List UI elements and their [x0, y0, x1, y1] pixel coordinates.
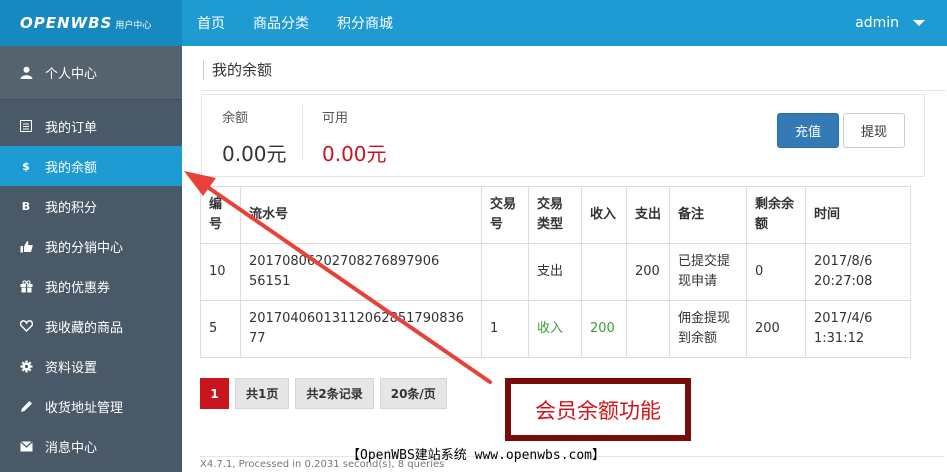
title-divider	[201, 90, 946, 91]
table-row: 5 20170406013112062851790836 77 1 收入 200…	[200, 300, 911, 358]
available-value: 0.00元	[322, 142, 387, 166]
sidebar-item-points[interactable]: B 我的积分	[0, 186, 182, 226]
cell-remark: 已提交提现申请	[669, 243, 747, 301]
top-nav: 首页 商品分类 积分商城	[197, 0, 393, 46]
col-header-id: 编号	[200, 186, 241, 244]
col-header-type: 交易类型	[528, 186, 582, 244]
col-header-time: 时间	[805, 186, 911, 244]
cell-income	[581, 243, 627, 301]
sidebar-item-label: 我的分销中心	[45, 240, 124, 256]
cell-remaining: 0	[746, 243, 806, 301]
col-header-expense: 支出	[626, 186, 670, 244]
cell-trade-no: 1	[481, 300, 529, 358]
sidebar-item-label: 我的订单	[45, 120, 98, 136]
available-label: 可用	[322, 111, 349, 126]
caret-down-icon	[913, 20, 925, 26]
page-title: 我的余额	[203, 60, 272, 80]
nav-categories[interactable]: 商品分类	[253, 13, 309, 33]
envelope-icon	[19, 439, 33, 453]
cell-id: 10	[200, 243, 241, 301]
col-header-income: 收入	[581, 186, 627, 244]
b-icon: B	[21, 199, 31, 213]
sidebar-item-label: 我收藏的商品	[45, 320, 124, 336]
sidebar-item-settings[interactable]: 资料设置	[0, 346, 182, 386]
balance-column: 余额 0.00元	[222, 107, 287, 167]
sidebar-item-label: 我的余额	[45, 160, 98, 176]
recharge-button[interactable]: 充值	[777, 113, 839, 148]
list-icon	[19, 119, 33, 133]
page-current[interactable]: 1	[200, 378, 229, 409]
thumbs-up-icon	[19, 239, 33, 253]
user-menu[interactable]: admin	[855, 0, 925, 46]
cell-serial: 20170806202708276897906 56151	[240, 243, 482, 301]
withdraw-button[interactable]: 提现	[843, 113, 905, 148]
sidebar-item-favorites[interactable]: 我收藏的商品	[0, 306, 182, 346]
available-column: 可用 0.00元	[322, 107, 387, 167]
sidebar-item-label: 个人中心	[45, 67, 98, 82]
cell-time: 2017/4/6 1:31:12	[805, 300, 911, 358]
balance-label: 余额	[222, 111, 249, 126]
sidebar-item-address[interactable]: 收货地址管理	[0, 386, 182, 426]
sidebar: 个人中心 我的订单 $ 我的余额 B 我的积分 我的分销中心 我的优惠券 我收藏…	[0, 46, 182, 472]
dollar-icon: $	[22, 159, 30, 173]
pencil-icon	[19, 399, 33, 413]
table-row: 10 20170806202708276897906 56151 支出 200 …	[200, 243, 911, 301]
sidebar-item-label: 我的优惠券	[45, 280, 111, 296]
cell-expense	[626, 300, 670, 358]
username: admin	[855, 15, 899, 31]
nav-points-mall[interactable]: 积分商城	[337, 13, 393, 33]
table-header-row: 编号 流水号 交易号 交易类型 收入 支出 备注 剩余余额 时间	[200, 186, 911, 244]
sidebar-item-distribution[interactable]: 我的分销中心	[0, 226, 182, 266]
brand-subtitle: 用户中心	[115, 20, 152, 31]
pagination: 1 共1页 共2条记录 20条/页	[200, 378, 447, 409]
brand-logo: OPENWBS	[20, 14, 113, 32]
sidebar-item-balance[interactable]: $ 我的余额	[0, 146, 182, 186]
sidebar-item-profile[interactable]: 个人中心	[0, 46, 182, 100]
page-total-records: 共2条记录	[295, 378, 374, 409]
cell-remaining: 200	[746, 300, 806, 358]
col-header-remaining: 剩余余额	[746, 186, 806, 244]
nav-home[interactable]: 首页	[197, 13, 225, 33]
cell-income: 200	[581, 300, 627, 358]
sidebar-item-label: 资料设置	[45, 360, 98, 376]
sidebar-item-label: 收货地址管理	[45, 400, 124, 416]
col-header-serial: 流水号	[240, 186, 482, 244]
page-size: 20条/页	[379, 378, 447, 409]
cell-id: 5	[200, 300, 241, 358]
cell-serial: 20170406013112062851790836 77	[240, 300, 482, 358]
transactions-table: 编号 流水号 交易号 交易类型 收入 支出 备注 剩余余额 时间 10 2017…	[200, 186, 911, 358]
col-header-trade-no: 交易号	[481, 186, 529, 244]
col-header-remark: 备注	[669, 186, 747, 244]
watermark: 【OpenWBS建站系统 www.openwbs.com】	[347, 448, 606, 463]
balance-divider	[302, 105, 303, 161]
cell-time: 2017/8/6 20:27:08	[805, 243, 911, 301]
sidebar-item-messages[interactable]: 消息中心	[0, 426, 182, 466]
sidebar-item-coupons[interactable]: 我的优惠券	[0, 266, 182, 306]
sidebar-item-label: 我的积分	[45, 200, 98, 216]
callout-box: 会员余额功能	[505, 378, 691, 441]
balance-value: 0.00元	[222, 142, 287, 166]
cell-type: 收入	[528, 300, 582, 358]
cell-remark: 佣金提现到余额	[669, 300, 747, 358]
brand[interactable]: OPENWBS 用户中心	[0, 0, 182, 46]
heart-icon	[19, 319, 33, 333]
page-total-pages: 共1页	[235, 378, 290, 409]
sidebar-item-label: 消息中心	[45, 440, 98, 456]
gift-icon	[19, 279, 33, 293]
cell-type: 支出	[528, 243, 582, 301]
cell-expense: 200	[626, 243, 670, 301]
cell-trade-no	[481, 243, 529, 301]
user-icon	[19, 66, 33, 80]
top-bar: OPENWBS 用户中心 首页 商品分类 积分商城 admin	[0, 0, 947, 46]
sidebar-item-orders[interactable]: 我的订单	[0, 106, 182, 146]
gear-icon	[19, 359, 33, 373]
